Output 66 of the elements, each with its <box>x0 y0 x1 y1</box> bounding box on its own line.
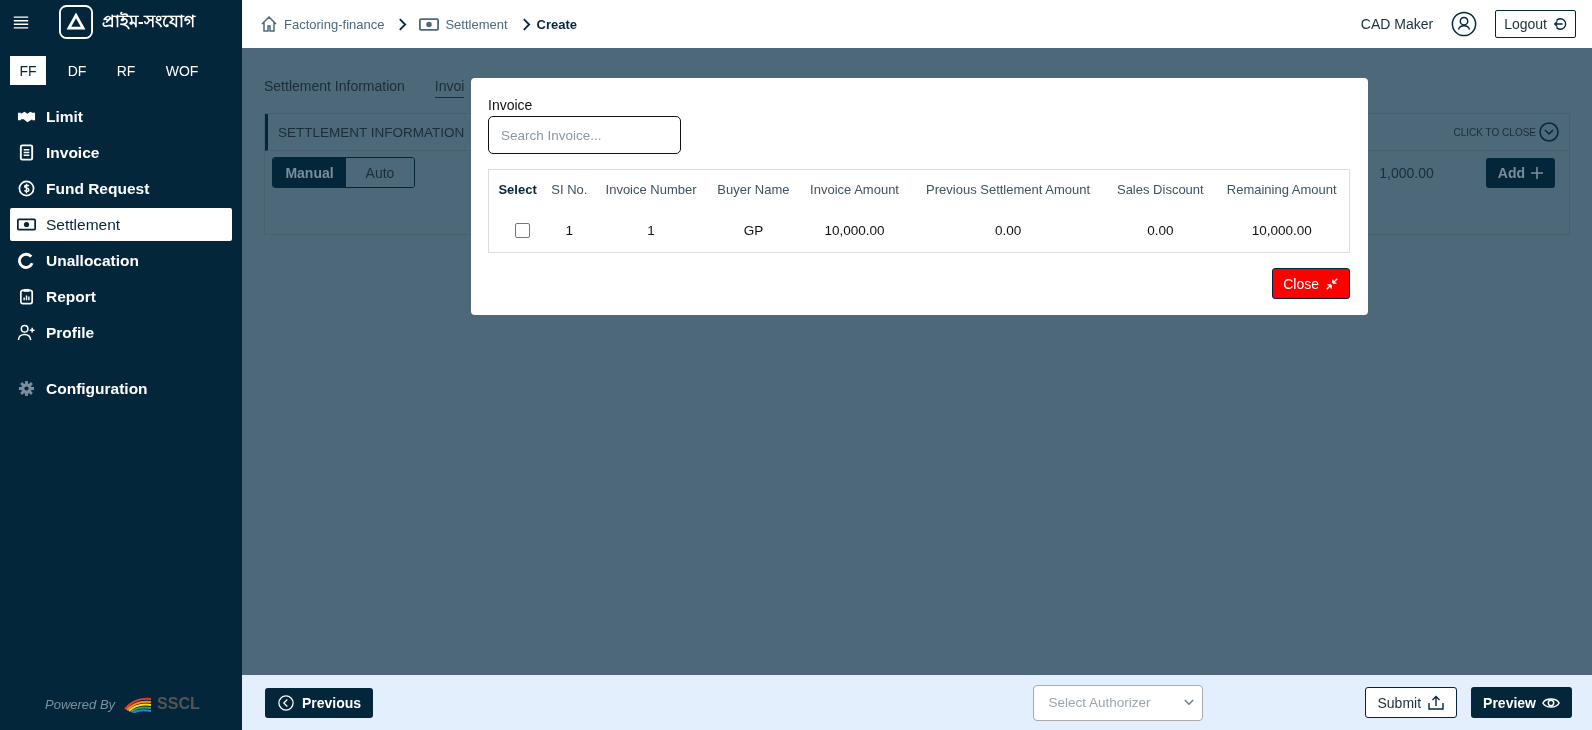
sidebar-item[interactable]: Invoice <box>10 136 232 169</box>
logo-icon <box>59 5 93 39</box>
column-header: Invoice Number <box>604 180 698 199</box>
column-header: Buyer Name <box>716 180 791 199</box>
brand-logo-text: SSCL <box>157 695 200 713</box>
settings-icon <box>17 380 36 397</box>
breadcrumb-link[interactable]: Settlement <box>445 16 508 32</box>
logo-text: প্রাইম-সংযোগ <box>102 11 195 33</box>
table-cell-text: 10,000.00 <box>823 221 886 240</box>
submit-button[interactable]: Submit <box>1365 687 1458 718</box>
module-tab[interactable]: DF <box>59 56 95 85</box>
module-tab[interactable]: WOF <box>162 56 202 85</box>
plus-icon <box>1531 166 1543 179</box>
clipboard-icon <box>17 288 36 305</box>
add-user-icon <box>17 324 36 341</box>
sidebar-item[interactable]: Fund Request <box>10 172 232 205</box>
search-field[interactable]: Search Invoice... <box>488 116 681 154</box>
previous-button[interactable]: Previous <box>265 687 374 718</box>
logout-icon <box>1553 17 1567 31</box>
column-header: Sales Discount <box>1115 180 1205 199</box>
table-cell-text: 10,000.00 <box>1250 221 1313 240</box>
document-icon <box>17 144 36 161</box>
logout-button[interactable]: Logout <box>1495 10 1576 38</box>
chevron-right-icon <box>521 17 531 31</box>
sidebar-item[interactable]: Limit <box>10 100 232 133</box>
module-tab[interactable]: RF <box>108 56 144 85</box>
user-name: CAD Maker <box>1360 16 1434 32</box>
add-button[interactable]: Add <box>1485 157 1555 188</box>
chevron-right-icon <box>398 17 408 31</box>
chevron-down-icon <box>1184 699 1195 706</box>
mode-toggle-option[interactable]: Manual <box>273 158 346 187</box>
amount-text: 1,000.00 <box>1379 164 1434 181</box>
preview-button[interactable]: Preview <box>1471 687 1572 718</box>
powered-by-text: Powered By <box>45 696 116 712</box>
row-checkbox[interactable] <box>515 222 531 238</box>
breadcrumb-link[interactable]: Factoring-finance <box>284 16 385 32</box>
table-cell-text: 0.00 <box>1146 221 1175 240</box>
sidebar-item[interactable]: Report <box>10 280 232 313</box>
user-icon[interactable] <box>1451 11 1478 37</box>
module-tab[interactable]: FF <box>10 56 46 85</box>
chevron-left-circle-icon <box>277 694 295 711</box>
dollar-coin-icon <box>17 180 36 197</box>
column-header: Remaining Amount <box>1225 180 1338 199</box>
sidebar-item[interactable]: Unallocation <box>10 244 232 277</box>
column-header: Previous Settlement Amount <box>925 180 1092 199</box>
column-header: SI No. <box>550 180 589 199</box>
rainbow-logo-icon <box>123 695 154 713</box>
table-cell-text: 1 <box>646 221 656 240</box>
chevron-down-circle-icon[interactable] <box>1539 122 1559 142</box>
close-button[interactable]: Close <box>1272 268 1350 299</box>
home-icon <box>260 15 278 33</box>
menu-icon[interactable] <box>12 14 30 30</box>
sidebar-item[interactable]: Settlement <box>10 208 232 241</box>
upload-icon <box>1427 694 1446 711</box>
sidebar-item[interactable]: Configuration <box>10 372 232 405</box>
table-cell-text: 0.00 <box>993 221 1023 240</box>
column-header: Select <box>497 180 538 199</box>
sidebar-item[interactable]: Profile <box>10 316 232 349</box>
collapse-arrows-icon <box>1325 276 1339 291</box>
banknote-icon <box>17 216 36 233</box>
section-title: SETTLEMENT INFORMATION <box>278 124 465 140</box>
field-label: Invoice <box>488 97 534 113</box>
banknote-icon <box>419 17 440 31</box>
table-cell-text: GP <box>742 221 765 240</box>
table-cell-text: 1 <box>564 221 575 240</box>
column-header: Invoice Amount <box>809 180 900 199</box>
